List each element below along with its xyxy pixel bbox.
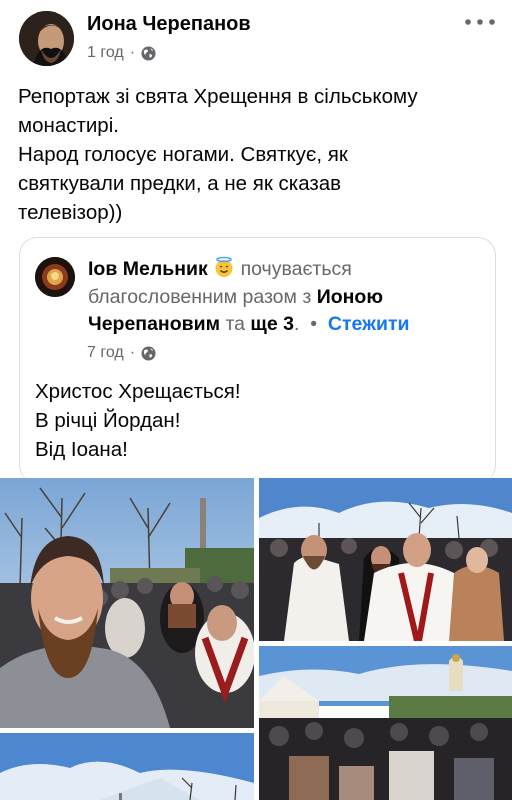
post-text-line: святкували предки, а не як сказав <box>18 172 342 195</box>
photo-crowd[interactable] <box>259 646 512 800</box>
feeling-rest: благословенним разом з <box>88 285 312 308</box>
more-dots-icon[interactable] <box>463 14 497 35</box>
shared-header: Іов Мельник почувається благословенним р… <box>88 256 483 339</box>
shared-text-line: В річці Йордан! <box>35 409 181 432</box>
shared-post-card[interactable]: Іов Мельник почувається благословенним р… <box>19 237 496 483</box>
shared-author-avatar[interactable] <box>35 257 75 297</box>
post-text-line: Репортаж зі свята Хрещення в сільському <box>18 85 418 108</box>
post-time[interactable]: 1 год <box>87 44 124 62</box>
shared-text-line: Від Іоана! <box>35 438 128 461</box>
tagged-others[interactable]: ще 3 <box>250 313 294 335</box>
shared-text: Христос Хрещається! В річці Йордан! Від … <box>35 377 241 464</box>
post-header: Иона Черепанов 1 год · <box>0 0 512 76</box>
shared-author-name[interactable]: Іов Мельник <box>88 258 208 280</box>
photo-sky[interactable] <box>0 733 254 800</box>
photo-grid <box>0 478 512 800</box>
post-text: Репортаж зі свята Хрещення в сільському … <box>18 82 498 227</box>
and-text: та <box>225 313 245 335</box>
photo-priests[interactable] <box>259 478 512 641</box>
separator: • <box>310 313 318 335</box>
meta-dot: · <box>129 44 136 61</box>
feeling-text: почувається <box>240 258 352 280</box>
follow-button[interactable]: Стежити <box>328 313 410 335</box>
author-name[interactable]: Иона Черепанов <box>87 13 251 36</box>
author-avatar[interactable] <box>19 11 74 66</box>
period: . <box>293 313 300 335</box>
halo-smiley-emoji <box>215 256 233 277</box>
shared-time[interactable]: 7 год <box>87 344 124 362</box>
post-text-line: Народ голосує ногами. Святкує, як <box>18 143 348 166</box>
globe-icon <box>141 345 156 361</box>
post-text-line: монастирі. <box>18 114 119 137</box>
shared-text-line: Христос Хрещається! <box>35 380 241 403</box>
post-meta: 1 год · <box>87 44 156 62</box>
post-text-line: телевізор)) <box>18 201 123 224</box>
meta-dot: · <box>129 344 136 361</box>
globe-icon <box>141 45 156 61</box>
shared-meta: 7 год · <box>87 344 156 362</box>
photo-selfie[interactable] <box>0 478 254 728</box>
